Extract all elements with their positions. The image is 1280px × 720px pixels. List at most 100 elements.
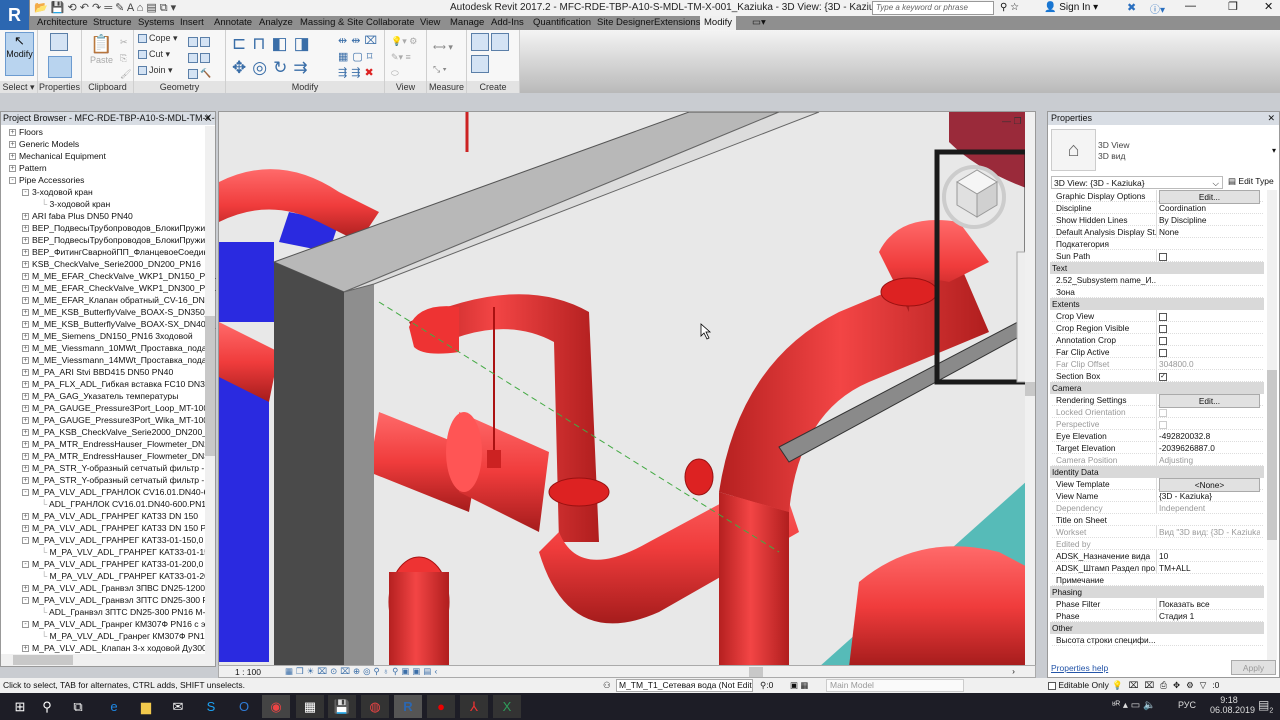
property-checkbox[interactable] <box>1159 252 1167 261</box>
view-control-icons[interactable]: ▦❒☀⌧⊙⌧⊕◎⚲♁⚲▣▣▤‹ <box>285 666 440 677</box>
quick-access-toolbar[interactable]: 📂 💾 ⟲ ↶ ↷ ═ ✎ A ⌂ ▤ ⧉ ▾ <box>34 1 176 15</box>
browser-item[interactable]: + M_ME_KSB_ButterflyValve_BOAX-S_DN350_P <box>22 306 215 318</box>
property-value[interactable]: None <box>1156 226 1260 238</box>
browser-item[interactable]: └ M_PA_VLV_ADL_ГРАНРЕГ КАТ33-01-150 <box>41 546 214 558</box>
exchange-apps-icon[interactable]: ✖ <box>1127 1 1136 14</box>
mail-icon[interactable]: ✉ <box>164 695 192 718</box>
type-dropdown-icon[interactable]: ▾ <box>1272 146 1276 155</box>
input-language[interactable]: РУС <box>1178 700 1196 710</box>
browser-item[interactable]: + M_PA_ARI Stvi BBD415 DN50 PN40 <box>22 366 173 378</box>
editable-only-checkbox[interactable]: Editable Only <box>1048 678 1109 693</box>
tab-collaborate[interactable]: Collaborate <box>366 17 415 28</box>
panel-label-select[interactable]: Select ▾ <box>0 81 37 93</box>
property-value[interactable] <box>1156 418 1260 430</box>
browser-item[interactable]: + M_PA_GAUGE_Pressure3Port_Wika_MT-100 <box>22 414 208 426</box>
expand-icon[interactable]: + <box>22 273 29 281</box>
property-value[interactable]: Показать все <box>1156 598 1260 610</box>
tab-view[interactable]: View <box>420 17 440 28</box>
expand-icon[interactable]: + <box>22 333 29 341</box>
expand-icon[interactable]: + <box>22 513 29 521</box>
tab-site-designer[interactable]: Site Designer <box>597 17 654 28</box>
join-button[interactable]: Join ▾ <box>138 65 173 76</box>
expand-icon[interactable]: + <box>22 465 29 473</box>
browser-item[interactable]: + M_PA_STR_Y-образный сетчатый фильтр - <box>22 474 204 486</box>
3d-model-view[interactable]: — ❐ ✕ <box>219 112 1036 666</box>
collapse-icon[interactable]: - <box>9 177 16 185</box>
expand-icon[interactable]: + <box>22 453 29 461</box>
browser-item[interactable]: + M_ME_Siemens_DN150_PN16 3ходовой <box>22 330 193 342</box>
property-value[interactable]: Стадия 1 <box>1156 610 1260 622</box>
modify-small-tools[interactable]: ⇹⇹⌧ ▦▢⌑ ⇶⇶✖ <box>338 33 381 81</box>
browser-item[interactable]: + M_ME_Viessmann_14MWt_Проставка_пода <box>22 354 207 366</box>
view-scale[interactable]: 1 : 100 <box>235 667 261 677</box>
expand-icon[interactable]: + <box>9 165 16 173</box>
browser-item[interactable]: + M_PA_STR_Y-образный сетчатый фильтр - <box>22 462 204 474</box>
expand-icon[interactable]: + <box>22 645 29 653</box>
geometry-tools[interactable]: 🔨 <box>188 33 212 81</box>
browser-item[interactable]: + M_PA_VLV_ADL_Клапан 3-х ходовой Ду300 <box>22 642 207 654</box>
expand-icon[interactable]: + <box>22 237 29 245</box>
close-button[interactable]: ✕ <box>1264 0 1273 13</box>
selection-filter-icons[interactable]: 💡⌧⌧⎙✥⚙▽:0 <box>1112 678 1219 693</box>
tab-systems[interactable]: Systems <box>138 17 174 28</box>
expand-icon[interactable]: + <box>22 585 29 593</box>
expand-icon[interactable]: + <box>22 309 29 317</box>
outlook-icon[interactable]: O <box>230 695 258 718</box>
browser-item[interactable]: + M_PA_FLX_ADL_Гибкая вставка FC10 DN32- <box>22 378 213 390</box>
recorder-icon[interactable]: ● <box>427 695 455 718</box>
property-value[interactable]: 10 <box>1156 550 1260 562</box>
tab-quantification[interactable]: Quantification <box>533 17 591 28</box>
property-group-header[interactable]: Phasing <box>1050 586 1264 598</box>
property-group-header[interactable]: Extents <box>1050 298 1264 310</box>
close-icon[interactable]: ✕ <box>1267 112 1275 125</box>
design-options-icons[interactable]: ▣ ▦ <box>790 678 808 693</box>
tab-modify[interactable]: Modify <box>700 16 736 30</box>
viewport-hscroll-thumb[interactable] <box>749 667 763 677</box>
3d-viewport[interactable]: — ❐ ✕ <box>218 111 1036 666</box>
property-value[interactable]: Coordination <box>1156 202 1260 214</box>
property-value[interactable] <box>1156 406 1260 418</box>
expand-icon[interactable]: + <box>22 405 29 413</box>
edit-type-button[interactable]: ▤ Edit Type <box>1228 176 1274 187</box>
horizontal-scrollbar[interactable] <box>1 654 215 666</box>
browser-item[interactable]: - M_PA_VLV_ADL_ГРАНРЕГ КАТ33-01-150,0 <box>22 534 203 546</box>
expand-icon[interactable]: + <box>22 225 29 233</box>
browser-item[interactable]: + M_PA_VLV_ADL_Гранвэл 3ПВС DN25-1200 I <box>22 582 210 594</box>
browser-item[interactable]: └ 3-ходовой кран <box>41 198 110 210</box>
property-checkbox[interactable] <box>1159 408 1167 417</box>
property-group-header[interactable]: Other <box>1050 622 1264 634</box>
property-checkbox[interactable] <box>1159 420 1167 429</box>
browser-item[interactable]: + M_ME_KSB_ButterflyValve_BOAX-SX_DN400_ <box>22 318 215 330</box>
property-checkbox[interactable] <box>1159 324 1167 333</box>
property-value[interactable]: -2039626887.0 <box>1156 442 1260 454</box>
type-properties-icon[interactable] <box>50 33 70 51</box>
browser-item[interactable]: + Generic Models <box>9 138 79 150</box>
property-value[interactable]: ✓ <box>1156 370 1260 382</box>
apply-button[interactable]: Apply <box>1231 660 1276 675</box>
browser-item[interactable]: + M_PA_VLV_ADL_ГРАНРЕГ КАТ33 DN 150 <box>22 510 198 522</box>
expand-icon[interactable]: + <box>22 321 29 329</box>
properties-scrollbar[interactable] <box>1267 190 1277 660</box>
scrollbar-thumb[interactable] <box>205 316 215 456</box>
expand-icon[interactable]: + <box>22 369 29 377</box>
expand-icon[interactable]: + <box>22 417 29 425</box>
view-tools[interactable]: 💡▾ ⚙ ✎▾ ≡ ⬭ <box>391 33 417 81</box>
notifications-icon[interactable]: ▤2 <box>1258 698 1273 714</box>
expand-icon[interactable]: + <box>22 297 29 305</box>
browser-item[interactable]: └ ADL_Гранвэл 3ПТС DN25-300 PN16 M- <box>41 606 205 618</box>
collapse-icon[interactable]: - <box>22 189 29 197</box>
expand-icon[interactable]: + <box>22 381 29 389</box>
property-value[interactable]: By Discipline <box>1156 214 1260 226</box>
property-value[interactable] <box>1156 334 1260 346</box>
close-icon[interactable]: ✕ <box>203 112 211 125</box>
browser-item[interactable]: + BEP_ПодвесыТрубопроводов_БлокиПружи <box>22 222 205 234</box>
tab-manage[interactable]: Manage <box>450 17 484 28</box>
browser-item[interactable]: + M_PA_MTR_EndressHauser_Flowmeter_DN20 <box>22 438 214 450</box>
paste-button[interactable]: 📋 Paste <box>90 34 113 65</box>
active-workset-select[interactable]: M_TM_T1_Сетевая вода (Not Edita <box>616 679 753 692</box>
property-checkbox[interactable] <box>1159 348 1167 357</box>
browser-item[interactable]: └ ADL_ГРАНЛОК CV16.01.DN40-600.PN1 <box>41 498 206 510</box>
expand-icon[interactable]: + <box>9 153 16 161</box>
browser-item[interactable]: + Mechanical Equipment <box>9 150 106 162</box>
sign-in-button[interactable]: 👤 Sign In ▾ <box>1044 2 1098 13</box>
